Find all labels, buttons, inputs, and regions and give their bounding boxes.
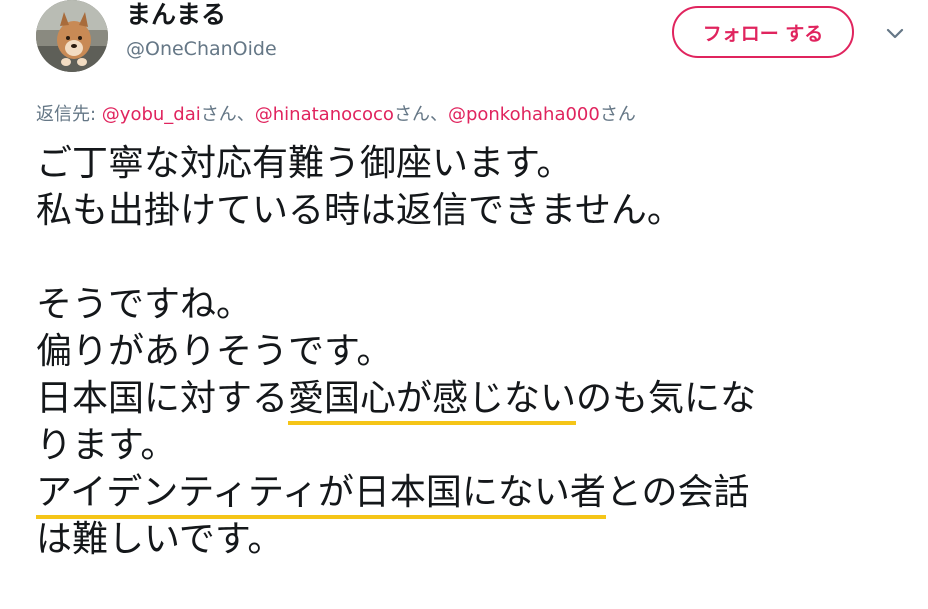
tweet-line: 偏りがありそうです。 [36, 331, 393, 372]
tweet-line: 私も出掛けている時は返信できません。 [36, 190, 683, 231]
chevron-down-icon[interactable] [884, 22, 906, 44]
tweet-line-highlighted: 日本国に対する愛国心が感じないのも気にな [36, 375, 916, 425]
author-display-name[interactable]: まんまる [126, 0, 226, 30]
tweet-card: まんまる @OneChanOide フォロー する 返信先: @yobu_dai… [0, 0, 928, 609]
mention-link[interactable]: @yobu_dai [102, 104, 201, 125]
highlighted-phrase: 愛国心が感じない [288, 378, 577, 425]
mention-link[interactable]: @hinatanococo [255, 104, 394, 125]
mention-suffix: さん [599, 104, 636, 125]
tweet-line: ご丁寧な対応有難う御座います。 [36, 143, 573, 184]
tweet-line: そうですね。 [36, 284, 253, 325]
tweet-line: は難しいです。 [36, 519, 284, 560]
mention-suffix: さん、 [200, 104, 255, 125]
mention-suffix: さん、 [393, 104, 448, 125]
dog-avatar-icon[interactable] [36, 0, 108, 72]
line-text: との会話 [605, 472, 750, 513]
reply-prefix: 返信先: [36, 104, 102, 125]
reply-context: 返信先: @yobu_daiさん、@hinatanococoさん、@ponkoh… [36, 102, 636, 128]
line-text: のも気にな [576, 378, 757, 419]
mention-link[interactable]: @ponkohaha000 [448, 104, 600, 125]
line-text: 日本国に対する [36, 378, 289, 419]
highlighted-phrase: アイデンティティが日本国にない者 [36, 472, 606, 519]
tweet-line: ります。 [36, 425, 177, 466]
tweet-line-highlighted: アイデンティティが日本国にない者との会話 [36, 469, 916, 519]
tweet-text: ご丁寧な対応有難う御座います。 私も出掛けている時は返信できません。 そうですね… [36, 140, 916, 563]
author-screen-name[interactable]: @OneChanOide [126, 36, 277, 62]
follow-button[interactable]: フォロー する [672, 6, 854, 58]
